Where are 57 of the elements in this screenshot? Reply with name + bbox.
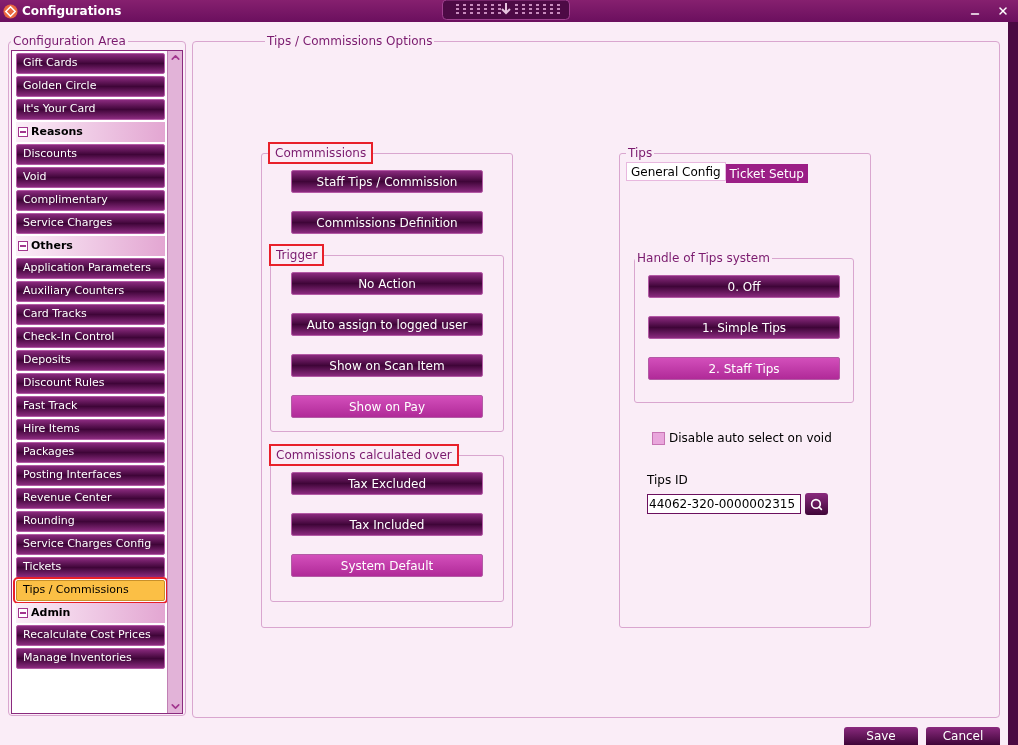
sidebar-item[interactable]: Deposits <box>16 350 165 371</box>
section-header[interactable]: Reasons <box>16 122 165 142</box>
sidebar-item[interactable]: It's Your Card <box>16 99 165 120</box>
sidebar-item[interactable]: Recalculate Cost Prices <box>16 625 165 646</box>
sidebar-item[interactable]: Hire Items <box>16 419 165 440</box>
option-button[interactable]: Tax Included <box>291 513 483 536</box>
sidebar-item[interactable]: Gift Cards <box>16 53 165 74</box>
option-button[interactable]: Staff Tips / Commission <box>291 170 483 193</box>
option-button[interactable]: 1. Simple Tips <box>648 316 840 339</box>
sidebar-item[interactable]: Discount Rules <box>16 373 165 394</box>
sidebar-item[interactable]: Application Parameters <box>16 258 165 279</box>
option-button[interactable]: Show on Scan Item <box>291 354 483 377</box>
panel-title: Configuration Area <box>12 33 127 50</box>
field-label: Tips ID <box>647 472 688 489</box>
footer-button[interactable]: Cancel <box>926 727 1000 745</box>
section-header[interactable]: Others <box>16 236 165 256</box>
sidebar-item[interactable]: Complimentary <box>16 190 165 211</box>
window-title: Configurations <box>22 3 122 20</box>
input-field[interactable]: 44062-320-0000002315 <box>647 494 801 514</box>
section-label: Others <box>31 237 73 254</box>
tab[interactable]: General Config <box>626 162 726 181</box>
sidebar-item[interactable]: Card Tracks <box>16 304 165 325</box>
sidebar-item[interactable]: Auxiliary Counters <box>16 281 165 302</box>
sidebar-item[interactable]: Tips / Commissions <box>16 580 165 601</box>
sidebar-item[interactable]: Manage Inventories <box>16 648 165 669</box>
sidebar-item[interactable]: Packages <box>16 442 165 463</box>
group-title: Tips <box>627 145 654 162</box>
group-title: Trigger <box>271 246 323 264</box>
sidebar-item[interactable]: Service Charges <box>16 213 165 234</box>
panel-title: Tips / Commissions Options <box>266 33 434 50</box>
sidebar-item[interactable]: Tickets <box>16 557 165 578</box>
tab[interactable]: Ticket Setup <box>725 164 808 183</box>
sidebar-item[interactable]: Rounding <box>16 511 165 532</box>
footer-button[interactable]: Save <box>844 727 918 745</box>
sidebar-item[interactable]: Golden Circle <box>16 76 165 97</box>
section-label: Admin <box>31 604 71 621</box>
option-button[interactable]: Auto assign to logged user <box>291 313 483 336</box>
group-title: Commmissions <box>270 144 372 162</box>
section-label: Reasons <box>31 123 83 140</box>
option-button[interactable]: Tax Excluded <box>291 472 483 495</box>
sidebar-item[interactable]: Fast Track <box>16 396 165 417</box>
option-button[interactable]: System Default <box>291 554 483 577</box>
option-button[interactable]: Show on Pay <box>291 395 483 418</box>
sidebar-item[interactable]: Service Charges Config <box>16 534 165 555</box>
sidebar-item[interactable]: Revenue Center <box>16 488 165 509</box>
option-button[interactable]: 2. Staff Tips <box>648 357 840 380</box>
sidebar-item[interactable]: Discounts <box>16 144 165 165</box>
sidebar-item[interactable]: Check-In Control <box>16 327 165 348</box>
group-title: Handle of Tips system <box>636 250 771 267</box>
sidebar-item[interactable]: Void <box>16 167 165 188</box>
option-button[interactable]: 0. Off <box>648 275 840 298</box>
section-header[interactable]: Admin <box>16 603 165 623</box>
option-button[interactable]: Commissions Definition <box>291 211 483 234</box>
checkbox-label: Disable auto select on void <box>669 430 832 447</box>
sidebar-item[interactable]: Posting Interfaces <box>16 465 165 486</box>
group-title: Commissions calculated over <box>271 446 457 464</box>
option-button[interactable]: No Action <box>291 272 483 295</box>
